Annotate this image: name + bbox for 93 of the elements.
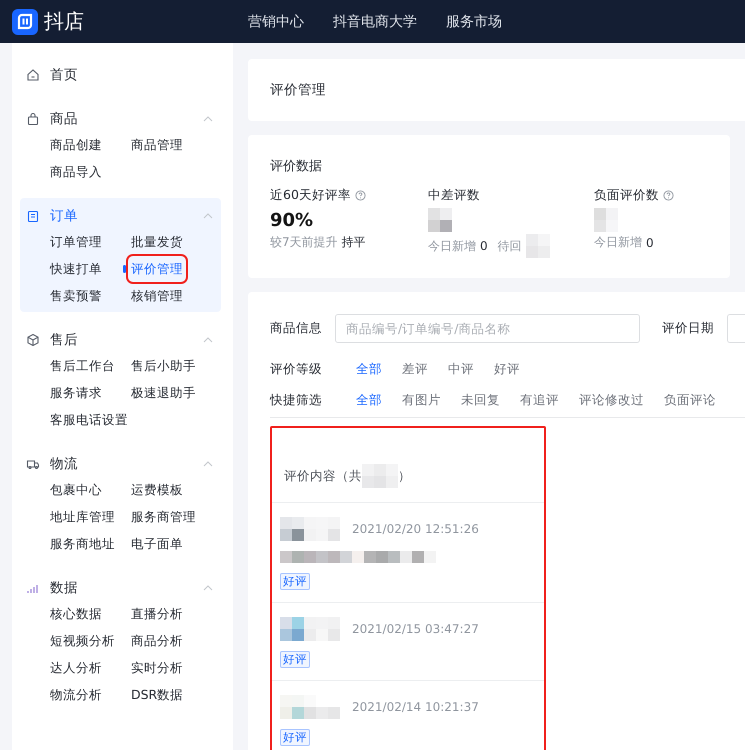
sidebar-item[interactable]: 包裹中心 [50,480,102,500]
logo-icon [12,8,38,34]
help-icon [663,190,674,201]
stat-label: 近60天好评率 [270,187,351,204]
home-icon [26,68,40,82]
caret-icon[interactable] [203,213,213,219]
sidebar-item[interactable]: 服务商管理 [131,507,196,527]
sidebar-item[interactable]: 核销管理 [131,286,183,306]
review-time: 2021/02/14 10:21:37 [352,700,479,714]
filter-option[interactable]: 评论修改过 [579,392,644,409]
search-field[interactable]: 商品编号/订单编号/商品名称 [335,314,640,343]
help-icon [354,190,366,201]
sidebar-item[interactable]: 商品管理 [131,135,183,155]
redacted-text [526,234,550,258]
sidebar-item[interactable]: 直播分析 [131,604,183,624]
stat-note: 待回 [498,238,522,254]
filter-option[interactable]: 好评 [494,361,520,378]
sidebar-item[interactable]: 商品创建 [50,135,102,155]
stat-label: 中差评数 [428,187,480,204]
stat-note: 今日新增 [594,234,642,251]
filter-option[interactable]: 负面评论 [664,392,716,409]
sidebar-item[interactable]: 极速退助手 [131,383,196,403]
filter-option[interactable]: 全部 [356,361,382,378]
sidebar-item[interactable]: 达人分析 [50,658,102,678]
page-title: 评价管理 [269,81,327,100]
redacted-text [362,464,398,488]
sidebar-group-title[interactable]: 首页 [50,66,221,84]
section-title: 评价数据 [269,158,323,175]
sidebar-item[interactable]: 快速打单 [50,259,102,279]
sidebar-item[interactable]: 运费模板 [131,480,183,500]
sidebar-item[interactable]: 商品分析 [131,631,183,651]
sidebar-item[interactable]: 订单管理 [50,232,102,252]
review-tag: 好评 [280,729,310,746]
brand-name: 抖店 [44,8,84,35]
caret-icon[interactable] [203,337,213,343]
filter-option[interactable]: 未回复 [461,392,500,409]
filter-label: 快捷筛选 [270,392,323,409]
redacted-text [280,517,340,541]
sidebar-item[interactable]: 物流分析 [50,685,102,705]
sidebar-item[interactable]: 短视频分析 [50,631,115,651]
sidebar-item[interactable]: 地址库管理 [50,507,115,527]
caret-icon[interactable] [203,585,213,591]
field-label: 商品信息 [270,320,323,337]
stat-note: 0 [646,236,654,250]
filter-option[interactable]: 有追评 [520,392,559,409]
stat-note: 持平 [342,234,366,251]
filter-option[interactable]: 中评 [448,361,474,378]
nav-link[interactable]: 抖音电商大学 [333,12,417,30]
sidebar-item[interactable]: 售后工作台 [50,356,115,376]
sidebar-group-title[interactable]: 售后 [50,331,203,349]
list-heading: 评价内容（共 [284,468,362,484]
filter-option[interactable]: 有图片 [402,392,441,409]
filter-option[interactable]: 全部 [356,392,382,409]
stat-note: 0 [480,239,488,253]
sidebar-item[interactable]: 实时分析 [131,658,183,678]
sidebar-item[interactable]: 售后小助手 [131,356,196,376]
sidebar-item[interactable]: 服务请求 [50,383,102,403]
caret-icon[interactable] [203,461,213,467]
stat-note: 今日新增 [428,238,476,254]
nav-link[interactable]: 营销中心 [248,12,304,30]
sidebar-item[interactable]: 核心数据 [50,604,102,624]
stat-value: 90% [270,210,314,230]
sidebar-item[interactable]: 评价管理 [131,259,183,279]
filter-option[interactable]: 差评 [402,361,428,378]
sidebar-group-title[interactable]: 物流 [50,455,203,473]
caret-icon[interactable] [203,116,213,122]
redacted-text [280,617,340,641]
sidebar-item[interactable]: 售卖预警 [50,286,102,306]
review-time: 2021/02/20 12:51:26 [352,522,479,536]
sidebar-group-title[interactable]: 订单 [50,207,203,225]
stat-label: 负面评价数 [594,187,659,204]
sidebar-item[interactable]: DSR数据 [131,685,184,705]
redacted-text [428,208,452,232]
sidebar-item[interactable]: 服务商地址 [50,534,115,554]
sidebar-item[interactable]: 批量发货 [131,232,183,252]
nav-link[interactable]: 服务市场 [446,12,502,30]
filter-label: 评价等级 [270,361,323,378]
box-icon [26,333,40,347]
sidebar-item[interactable]: 电子面单 [131,534,183,554]
review-tag: 好评 [280,651,310,668]
sidebar-group-title[interactable]: 商品 [50,110,203,128]
review-time: 2021/02/15 03:47:27 [352,622,479,636]
redacted-text [280,695,340,719]
sidebar-group-title[interactable]: 数据 [50,579,203,597]
sidebar-item[interactable]: 客服电话设置 [50,410,128,430]
redacted-text [594,208,618,232]
bag-icon [26,112,40,126]
review-tag: 好评 [280,573,310,590]
field-label: 评价日期 [662,320,715,337]
clipboard-icon [26,209,40,223]
sidebar-item[interactable]: 商品导入 [50,162,102,182]
stat-note: 较7天前提升 [270,234,338,251]
list-heading-end: ） [398,468,411,484]
